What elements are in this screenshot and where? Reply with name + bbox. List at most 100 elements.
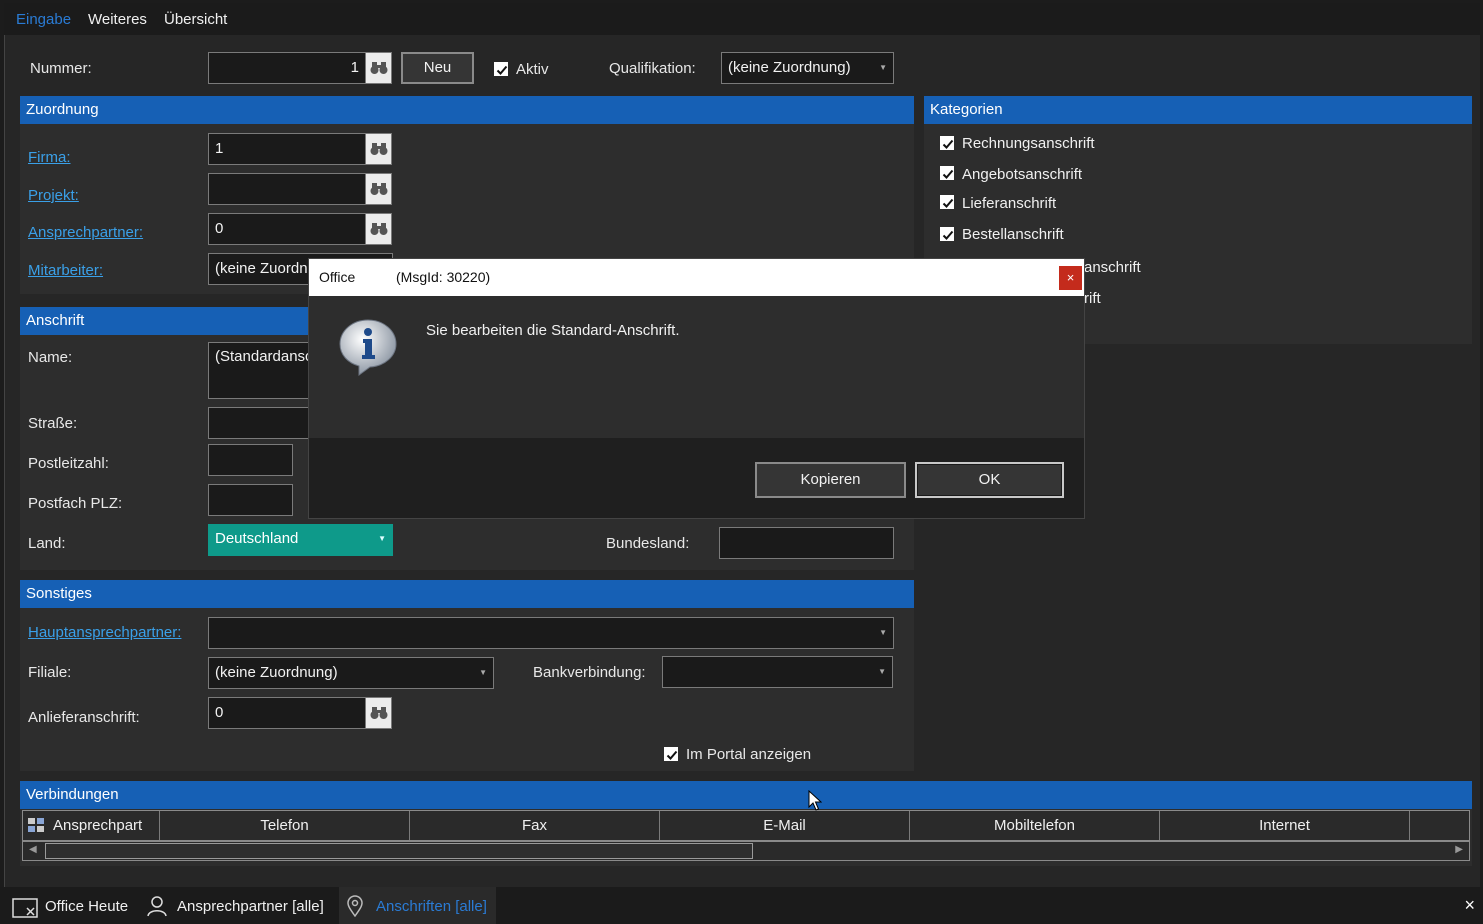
- column-email[interactable]: E-Mail: [660, 811, 910, 840]
- plz-input[interactable]: [208, 444, 293, 476]
- portal-label: Im Portal anzeigen: [686, 746, 812, 763]
- horizontal-scrollbar[interactable]: ◀ ▶: [22, 841, 1470, 861]
- postfach-plz-input[interactable]: [208, 484, 293, 516]
- checkmark-icon: [942, 198, 954, 208]
- message-dialog: Office (MsgId: 30220) × Sie bearbeiten d…: [309, 259, 1084, 518]
- location-pin-icon: [347, 895, 363, 917]
- column-mobiltelefon[interactable]: Mobiltelefon: [910, 811, 1160, 840]
- anlieferanschrift-lookup-button[interactable]: [365, 697, 392, 729]
- binoculars-icon: [370, 62, 388, 74]
- bankverbindung-dropdown[interactable]: ▼: [662, 656, 893, 688]
- checkmark-icon: [666, 750, 678, 760]
- qualifikation-value: (keine Zuordnung): [728, 59, 851, 76]
- office-heute-icon: [12, 898, 38, 918]
- postfach-plz-label: Postfach PLZ:: [28, 495, 123, 512]
- filiale-dropdown[interactable]: (keine Zuordnung) ▼: [208, 657, 494, 689]
- bundesland-label: Bundesland:: [606, 535, 690, 552]
- rechnungsanschrift-label: Rechnungsanschrift: [962, 135, 1095, 152]
- chevron-down-icon: ▼: [479, 668, 487, 677]
- tab-eingabe[interactable]: Eingabe: [16, 11, 71, 28]
- dialog-title: Office: [319, 269, 356, 285]
- checkmark-icon: [942, 139, 954, 149]
- status-ansprechpartner[interactable]: Ansprechpartner [alle]: [177, 898, 324, 915]
- binoculars-icon: [370, 223, 388, 235]
- aktiv-label: Aktiv: [516, 61, 549, 78]
- ansprechpartner-link[interactable]: Ansprechpartner:: [28, 224, 143, 241]
- nummer-lookup-button[interactable]: [365, 52, 392, 84]
- hauptansprechpartner-link[interactable]: Hauptansprechpartner:: [28, 624, 181, 641]
- ansprechpartner-lookup-button[interactable]: [365, 213, 392, 245]
- land-dropdown[interactable]: Deutschland ▼: [208, 524, 393, 556]
- bestellanschrift-label: Bestellanschrift: [962, 226, 1064, 243]
- binoculars-icon: [370, 143, 388, 155]
- angebotsanschrift-label: Angebotsanschrift: [962, 166, 1083, 183]
- checkmark-icon: [942, 169, 954, 179]
- dialog-title-bar[interactable]: Office (MsgId: 30220) ×: [309, 259, 1084, 296]
- firma-lookup-button[interactable]: [365, 133, 392, 165]
- sonstiges-header: Sonstiges: [20, 580, 914, 608]
- rechnungsanschrift-checkbox[interactable]: [940, 136, 954, 150]
- bundesland-input[interactable]: [719, 527, 894, 559]
- lieferanschrift-label: Lieferanschrift: [962, 195, 1057, 212]
- binoculars-icon: [370, 707, 388, 719]
- mouse-cursor-icon: [808, 790, 822, 811]
- tab-weiteres[interactable]: Weiteres: [88, 11, 147, 28]
- firma-input[interactable]: 1: [208, 133, 366, 165]
- neu-button[interactable]: Neu: [401, 52, 474, 84]
- verbindungen-header: Verbindungen: [20, 781, 1472, 809]
- kopieren-button[interactable]: Kopieren: [755, 462, 906, 498]
- angebotsanschrift-checkbox[interactable]: [940, 166, 954, 180]
- hauptansprechpartner-dropdown[interactable]: ▼: [208, 617, 894, 649]
- plz-label: Postleitzahl:: [28, 455, 109, 472]
- projekt-link[interactable]: Projekt:: [28, 187, 79, 204]
- chevron-down-icon: ▼: [879, 63, 887, 72]
- nummer-input[interactable]: 1: [208, 52, 366, 84]
- ok-button[interactable]: OK: [915, 462, 1064, 498]
- info-icon: [339, 319, 397, 376]
- menu-bar: Eingabe Weiteres Übersicht: [4, 3, 1480, 35]
- verbindungen-grid-header: Ansprechpart Telefon Fax E-Mail Mobiltel…: [22, 810, 1470, 841]
- column-telefon[interactable]: Telefon: [160, 811, 410, 840]
- qualifikation-label: Qualifikation:: [609, 60, 696, 77]
- filiale-value: (keine Zuordnung): [215, 664, 338, 681]
- anlieferanschrift-input[interactable]: 0: [208, 697, 366, 729]
- ansprechpartner-input[interactable]: 0: [208, 213, 366, 245]
- chevron-down-icon: ▼: [378, 534, 386, 543]
- projekt-lookup-button[interactable]: [365, 173, 392, 205]
- nummer-label: Nummer:: [30, 60, 92, 77]
- portal-checkbox[interactable]: [664, 747, 678, 761]
- kategorie-item-6-label: rift: [1084, 290, 1101, 307]
- firma-link[interactable]: Firma:: [28, 149, 71, 166]
- column-ansprechpartner[interactable]: Ansprechpart: [23, 811, 160, 840]
- name-label: Name:: [28, 349, 73, 366]
- kategorien-header: Kategorien: [924, 96, 1472, 124]
- close-icon[interactable]: ×: [1464, 895, 1475, 916]
- person-icon: [147, 896, 167, 917]
- grid-options-icon: [28, 818, 44, 832]
- aktiv-checkbox[interactable]: [494, 62, 508, 76]
- chevron-down-icon: ▼: [878, 667, 886, 676]
- checkmark-icon: [496, 65, 508, 75]
- status-office-heute[interactable]: Office Heute: [45, 898, 128, 915]
- anlieferanschrift-label: Anlieferanschrift:: [28, 709, 140, 726]
- qualifikation-dropdown[interactable]: (keine Zuordnung) ▼: [721, 52, 894, 84]
- scrollbar-thumb[interactable]: [45, 843, 753, 859]
- dialog-msgid: (MsgId: 30220): [396, 269, 491, 285]
- strasse-label: Straße:: [28, 415, 78, 432]
- tab-uebersicht[interactable]: Übersicht: [164, 11, 227, 28]
- projekt-input[interactable]: [208, 173, 366, 205]
- lieferanschrift-checkbox[interactable]: [940, 195, 954, 209]
- scroll-right-icon[interactable]: ▶: [1455, 844, 1463, 855]
- filiale-label: Filiale:: [28, 664, 72, 681]
- mitarbeiter-link[interactable]: Mitarbeiter:: [28, 262, 103, 279]
- dialog-close-button[interactable]: ×: [1059, 266, 1082, 290]
- scroll-left-icon[interactable]: ◀: [29, 844, 37, 855]
- land-value: Deutschland: [215, 530, 299, 547]
- kategorie-item-5-label: anschrift: [1084, 259, 1141, 276]
- status-anschriften[interactable]: Anschriften [alle]: [376, 898, 487, 915]
- column-fax[interactable]: Fax: [410, 811, 660, 840]
- bestellanschrift-checkbox[interactable]: [940, 227, 954, 241]
- column-internet[interactable]: Internet: [1160, 811, 1410, 840]
- chevron-down-icon: ▼: [879, 628, 887, 637]
- dialog-message: Sie bearbeiten die Standard-Anschrift.: [426, 322, 680, 339]
